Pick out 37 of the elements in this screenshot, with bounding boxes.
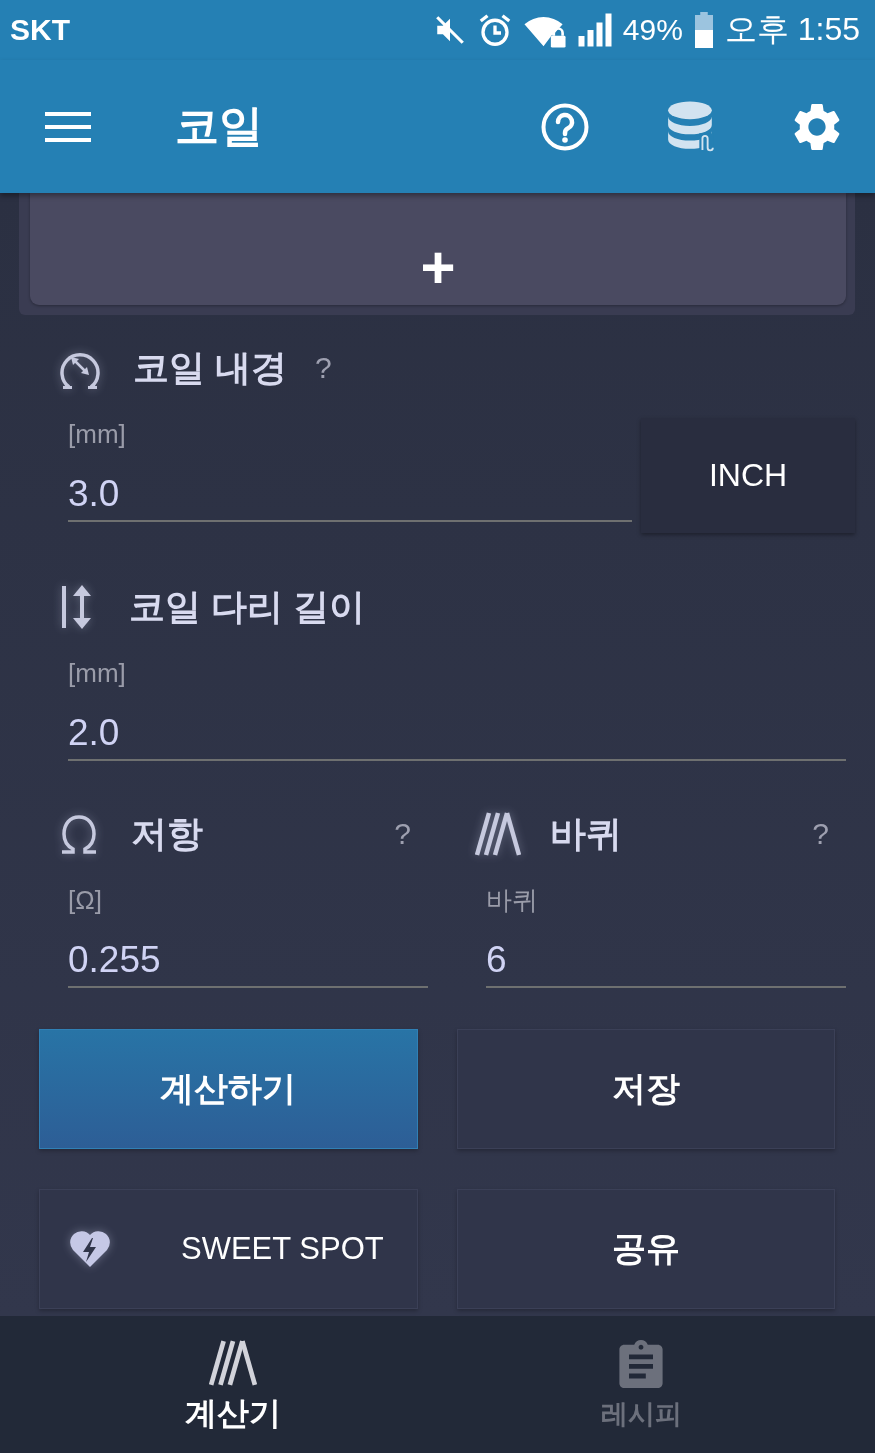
field-label: 바퀴 (550, 811, 622, 856)
menu-icon[interactable] (45, 111, 91, 142)
calculate-button[interactable]: 계산하기 (39, 1029, 418, 1149)
help-link[interactable]: ? (394, 817, 411, 851)
screen-title: 코일 (175, 100, 263, 152)
heart-bolt-icon (68, 1229, 112, 1269)
clock-time: 오후 1:55 (724, 10, 860, 49)
field-label: 코일 내경 (133, 345, 287, 390)
help-link[interactable]: ? (812, 817, 829, 851)
unit-toggle-button[interactable]: INCH (641, 418, 855, 533)
clipboard-icon (619, 1340, 663, 1388)
slanted-lines-icon (209, 1340, 257, 1386)
value-field[interactable]: 3.0 (68, 474, 632, 522)
value-field[interactable]: 2.0 (68, 713, 846, 761)
field-label: 저항 (131, 811, 203, 856)
value-field[interactable]: 6 (486, 940, 846, 988)
carrier-name: SKT (10, 13, 70, 47)
battery-icon (692, 12, 715, 48)
unit-label: [mm] (68, 657, 126, 690)
value-field[interactable]: 0.255 (68, 940, 428, 988)
unit-label: [Ω] (68, 884, 102, 917)
slanted-lines-icon (475, 812, 521, 856)
field-label: 코일 다리 길이 (129, 584, 365, 629)
help-icon[interactable] (541, 102, 589, 151)
add-button[interactable]: + (30, 193, 846, 305)
settings-icon[interactable] (793, 102, 841, 151)
help-link[interactable]: ? (315, 351, 332, 385)
omega-icon (60, 813, 98, 855)
action-button[interactable]: 공유 (456, 1189, 835, 1309)
signal-icon (576, 12, 613, 48)
battery-percent: 49% (622, 13, 683, 47)
database-icon[interactable] (667, 100, 715, 153)
unit-label: [mm] (68, 418, 126, 451)
unit-label: 바퀴 (486, 884, 538, 917)
nav-tab[interactable]: 계산기 (29, 1316, 437, 1453)
action-button[interactable]: SWEET SPOT (39, 1189, 418, 1309)
action-button[interactable]: 저장 (456, 1029, 835, 1149)
